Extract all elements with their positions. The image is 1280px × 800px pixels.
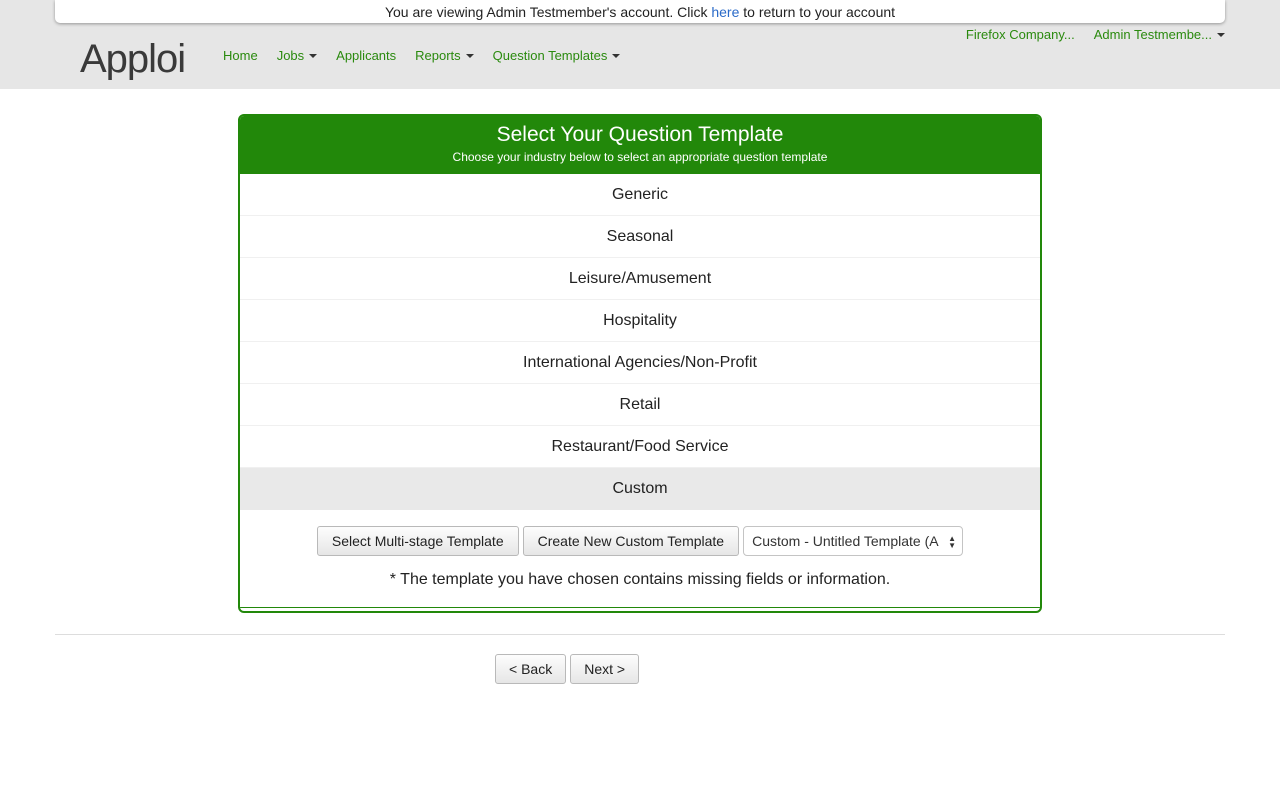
next-button[interactable]: Next > [570,654,640,684]
select-multistage-template-button[interactable]: Select Multi-stage Template [316,526,519,556]
nav-question-templates[interactable]: Question Templates [493,48,621,63]
panel-header: Select Your Question Template Choose you… [240,116,1040,174]
create-custom-template-button[interactable]: Create New Custom Template [522,526,740,556]
return-to-account-link[interactable]: here [711,4,739,20]
nav-reports-label: Reports [415,48,461,63]
nav-home-label: Home [223,48,258,63]
divider [55,634,1225,635]
nav-home[interactable]: Home [223,48,258,63]
company-name: Firefox Company... [965,27,1075,42]
chevron-down-icon [465,54,474,58]
apploi-logo[interactable]: Apploi [80,34,198,80]
banner-prefix: You are viewing Admin Testmember's accou… [384,4,712,20]
nav-applicants-label: Applicants [336,48,397,63]
account-menu: Firefox Company... Admin Testmembe... [947,27,1225,42]
missing-fields-warning: * The template you have chosen contains … [389,571,891,588]
top-header: You are viewing Admin Testmember's accou… [0,0,1280,89]
panel-title: Select Your Question Template [496,123,784,146]
logo-text: Apploi [80,37,185,80]
industry-item-restaurant-food-service[interactable]: Restaurant/Food Service [240,426,1040,468]
nav-question-templates-label: Question Templates [492,48,608,63]
industry-item-generic[interactable]: Generic [240,174,1040,216]
banner-suffix: to return to your account [739,4,896,20]
user-menu[interactable]: Admin Testmembe... [1094,27,1225,42]
industry-item-hospitality[interactable]: Hospitality [240,300,1040,342]
panel-subtitle: Choose your industry below to select an … [452,150,828,164]
custom-template-controls: Select Multi-stage Template Create New C… [240,526,1040,556]
custom-template-select[interactable]: Custom - Untitled Template (A ▲ ▼ [743,526,964,556]
chevron-down-icon [1217,33,1225,37]
industry-list: Generic Seasonal Leisure/Amusement Hospi… [240,174,1040,510]
panel-footer-divider [240,607,1040,611]
nav-reports[interactable]: Reports [415,48,474,63]
industry-item-international-agencies[interactable]: International Agencies/Non-Profit [240,342,1040,384]
template-panel: Select Your Question Template Choose you… [238,114,1042,613]
nav-applicants[interactable]: Applicants [336,48,396,63]
chevron-down-icon [309,54,318,58]
industry-item-custom[interactable]: Custom [240,468,1040,510]
wizard-pager: < Back Next > [495,654,640,684]
industry-item-retail[interactable]: Retail [240,384,1040,426]
user-name: Admin Testmembe... [1093,27,1212,42]
chevron-down-icon [612,54,621,58]
industry-item-seasonal[interactable]: Seasonal [240,216,1040,258]
company-menu[interactable]: Firefox Company... [966,27,1075,42]
nav-jobs[interactable]: Jobs [276,48,318,63]
custom-template-select-value: Custom - Untitled Template (A [752,533,939,549]
impersonation-banner: You are viewing Admin Testmember's accou… [55,0,1225,23]
industry-item-leisure-amusement[interactable]: Leisure/Amusement [240,258,1040,300]
back-button[interactable]: < Back [495,654,567,684]
nav-jobs-label: Jobs [276,48,305,63]
select-arrows-icon: ▲ ▼ [948,534,957,550]
main-nav: Home Jobs Applicants Reports Question Te… [223,48,639,63]
